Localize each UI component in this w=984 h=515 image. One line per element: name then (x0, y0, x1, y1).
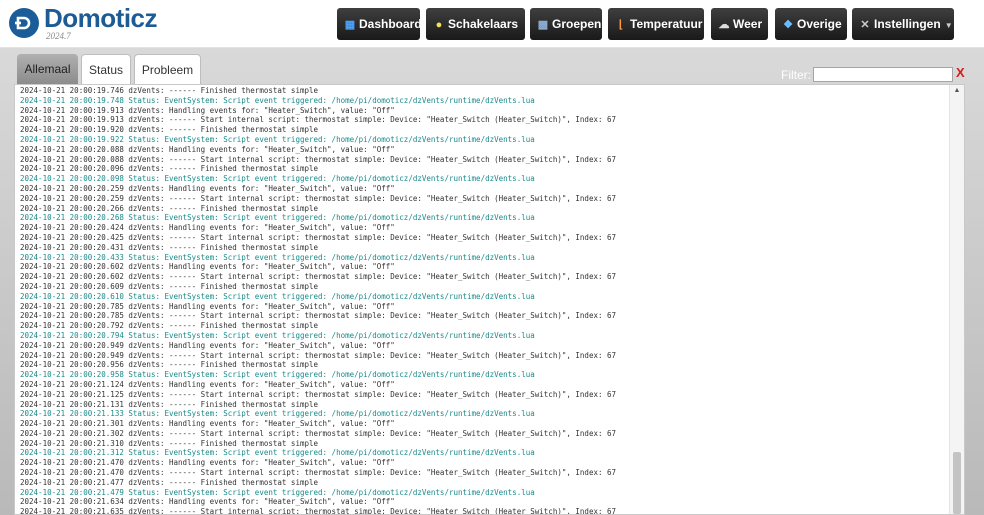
log-line: 2024-10-21 20:00:21.312 Status: EventSys… (20, 448, 535, 458)
app-version: 2024.7 (46, 31, 71, 41)
log-line: 2024-10-21 20:00:20.088 dzVents: ------ … (20, 154, 617, 164)
lightbulb-icon: ● (435, 19, 443, 31)
log-line: 2024-10-21 20:00:19.913 dzVents: ------ … (20, 115, 617, 125)
log-line: 2024-10-21 20:00:20.794 Status: EventSys… (20, 330, 535, 340)
log-line: 2024-10-21 20:00:21.301 dzVents: Handlin… (20, 419, 395, 429)
log-panel: Allemaal Status Probleem Filter: X 2024-… (0, 48, 984, 515)
tools-icon: ✕ (860, 19, 870, 31)
scroll-up-arrow-icon[interactable]: ▲ (950, 87, 964, 94)
log-scrollbar[interactable]: ▲ (949, 85, 964, 514)
log-line: 2024-10-21 20:00:20.098 Status: EventSys… (20, 174, 535, 184)
log-line: 2024-10-21 20:00:20.431 dzVents: ------ … (20, 242, 319, 252)
nav-dashboard-label: Dashboard (359, 17, 422, 31)
nav-instellingen-button[interactable]: ✕ Instellingen ▼ (852, 8, 954, 40)
log-line: 2024-10-21 20:00:19.748 Status: EventSys… (20, 95, 535, 105)
filter-label: Filter: (781, 68, 811, 82)
log-line: 2024-10-21 20:00:20.424 dzVents: Handlin… (20, 223, 395, 233)
nav-weer-label: Weer (733, 17, 763, 31)
scrollbar-thumb[interactable] (953, 452, 961, 514)
nav-weer-button[interactable]: ☁ Weer (711, 8, 768, 40)
log-line: 2024-10-21 20:00:19.746 dzVents: ------ … (20, 86, 319, 95)
log-line: 2024-10-21 20:00:20.956 dzVents: ------ … (20, 360, 319, 370)
tab-probleem[interactable]: Probleem (134, 54, 201, 84)
log-line: 2024-10-21 20:00:21.133 Status: EventSys… (20, 409, 535, 419)
log-line: 2024-10-21 20:00:20.433 Status: EventSys… (20, 252, 535, 262)
log-line: 2024-10-21 20:00:20.785 dzVents: Handlin… (20, 301, 395, 311)
nav-instellingen-label: Instellingen (874, 17, 941, 31)
log-line: 2024-10-21 20:00:20.785 dzVents: ------ … (20, 311, 617, 321)
log-line: 2024-10-21 20:00:20.425 dzVents: ------ … (20, 232, 617, 242)
tab-status[interactable]: Status (81, 54, 131, 84)
nav-temperatuur-button[interactable]: ⌊ Temperatuur (608, 8, 704, 40)
domoticz-logo-icon[interactable] (9, 8, 39, 38)
log-line: 2024-10-21 20:00:21.131 dzVents: ------ … (20, 399, 319, 409)
log-line: 2024-10-21 20:00:21.310 dzVents: ------ … (20, 438, 319, 448)
log-line: 2024-10-21 20:00:20.268 Status: EventSys… (20, 213, 535, 223)
log-line: 2024-10-21 20:00:20.949 dzVents: ------ … (20, 350, 617, 360)
log-line: 2024-10-21 20:00:21.124 dzVents: Handlin… (20, 379, 395, 389)
nav-schakelaars-button[interactable]: ● Schakelaars (426, 8, 525, 40)
log-line: 2024-10-21 20:00:21.634 dzVents: Handlin… (20, 497, 395, 507)
log-line: 2024-10-21 20:00:21.477 dzVents: ------ … (20, 477, 319, 487)
log-line: 2024-10-21 20:00:21.125 dzVents: ------ … (20, 389, 617, 399)
log-line: 2024-10-21 20:00:20.792 dzVents: ------ … (20, 321, 319, 331)
log-line: 2024-10-21 20:00:20.609 dzVents: ------ … (20, 281, 319, 291)
thermometer-icon: ⌊ (618, 19, 624, 31)
log-line: 2024-10-21 20:00:20.266 dzVents: ------ … (20, 203, 319, 213)
log-line: 2024-10-21 20:00:19.913 dzVents: Handlin… (20, 105, 395, 115)
nav-schakelaars-label: Schakelaars (448, 17, 519, 31)
nav-overige-button[interactable]: ❖ Overige (775, 8, 847, 40)
log-line: 2024-10-21 20:00:20.602 dzVents: ------ … (20, 272, 617, 282)
log-line: 2024-10-21 20:00:21.470 dzVents: Handlin… (20, 458, 395, 468)
log-line: 2024-10-21 20:00:21.479 Status: EventSys… (20, 487, 535, 497)
filter-clear-icon[interactable]: X (956, 65, 965, 80)
log-lines: 2024-10-21 20:00:19.746 dzVents: ------ … (20, 86, 945, 515)
log-line: 2024-10-21 20:00:19.920 dzVents: ------ … (20, 125, 319, 135)
nav-overige-label: Overige (797, 17, 842, 31)
nav-temperatuur-label: Temperatuur (630, 17, 703, 31)
log-line: 2024-10-21 20:00:21.635 dzVents: ------ … (20, 507, 617, 515)
log-line: 2024-10-21 20:00:20.610 Status: EventSys… (20, 291, 535, 301)
puzzle-icon: ❖ (783, 19, 793, 31)
log-line: 2024-10-21 20:00:20.602 dzVents: Handlin… (20, 262, 395, 272)
log-line: 2024-10-21 20:00:20.088 dzVents: Handlin… (20, 144, 395, 154)
log-line: 2024-10-21 20:00:20.949 dzVents: Handlin… (20, 340, 395, 350)
tab-allemaal[interactable]: Allemaal (17, 54, 78, 84)
nav-groepen-button[interactable]: ▩ Groepen (530, 8, 602, 40)
log-line: 2024-10-21 20:00:20.096 dzVents: ------ … (20, 164, 319, 174)
log-line: 2024-10-21 20:00:19.922 Status: EventSys… (20, 134, 535, 144)
log-line: 2024-10-21 20:00:20.259 dzVents: Handlin… (20, 183, 395, 193)
dashboard-icon: ▦ (344, 19, 356, 31)
filter-input[interactable] (813, 67, 953, 82)
log-line: 2024-10-21 20:00:20.958 Status: EventSys… (20, 370, 535, 380)
nav-dashboard-button[interactable]: ▦ Dashboard (337, 8, 422, 40)
log-line: 2024-10-21 20:00:20.259 dzVents: ------ … (20, 193, 617, 203)
app-logo-text[interactable]: Domoticz (44, 3, 158, 34)
nav-groepen-label: Groepen (552, 17, 602, 31)
log-output[interactable]: 2024-10-21 20:00:19.746 dzVents: ------ … (14, 84, 965, 515)
top-navbar: Domoticz 2024.7 ▦ Dashboard ● Schakelaars … (0, 0, 984, 48)
weather-icon: ☁ (718, 19, 730, 31)
groups-icon: ▩ (537, 19, 549, 31)
log-line: 2024-10-21 20:00:21.470 dzVents: ------ … (20, 468, 617, 478)
log-line: 2024-10-21 20:00:21.302 dzVents: ------ … (20, 428, 617, 438)
caret-down-icon: ▼ (944, 21, 953, 30)
